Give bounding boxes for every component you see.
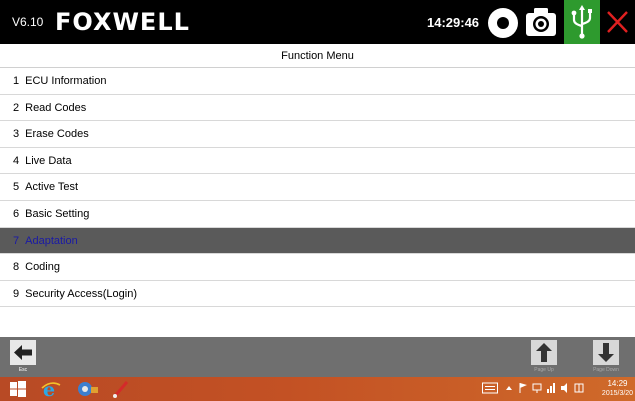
signal-icon[interactable]: [546, 382, 556, 394]
record-button[interactable]: [488, 8, 518, 38]
menu-item[interactable]: 5 Active Test: [0, 174, 635, 201]
bottom-toolbar: Esc Page Up Page Down: [0, 337, 635, 377]
menu-item[interactable]: 4 Live Data: [0, 148, 635, 175]
menu-item-label: Coding: [25, 261, 60, 274]
menu-item[interactable]: 6 Basic Setting: [0, 201, 635, 228]
volume-icon[interactable]: [560, 382, 570, 394]
menu-item-label: Read Codes: [25, 101, 87, 114]
taskbar-time: 14:29: [607, 379, 628, 388]
menu-item-label: Erase Codes: [25, 128, 89, 141]
menu-item-label: Live Data: [25, 154, 72, 167]
menu-item[interactable]: 7 Adaptation: [0, 227, 635, 255]
arrow-up-icon: [536, 343, 552, 362]
menu-item-number: 1: [13, 75, 20, 87]
windows-taskbar: e 14:29 2015/3/20: [0, 377, 635, 401]
internet-explorer-button[interactable]: e: [40, 379, 62, 401]
menu-item[interactable]: 1 ECU Information: [0, 68, 635, 95]
esc-label: Esc: [18, 367, 28, 373]
page-up-label: Page Up: [534, 367, 554, 373]
paint-brush-icon: [113, 381, 129, 398]
tray-expand-icon[interactable]: [505, 382, 513, 394]
start-button[interactable]: [8, 379, 28, 399]
menu-item-number: 7: [13, 234, 20, 247]
paint-app-button[interactable]: [110, 379, 132, 399]
function-menu-list: 1 ECU Information 2 Read Codes 3 Erase Codes 4…: [0, 68, 635, 308]
taskbar-clock[interactable]: 14:29 2015/3/20: [600, 379, 635, 399]
menu-item[interactable]: 9 Security Access(Login): [0, 281, 635, 308]
network-icon[interactable]: [532, 382, 542, 394]
ime-icon[interactable]: [574, 382, 584, 394]
close-button[interactable]: [600, 0, 635, 44]
esc-button[interactable]: Esc: [7, 340, 39, 374]
keyboard-icon[interactable]: [482, 382, 498, 394]
menu-item-label: Basic Setting: [25, 207, 90, 220]
header-clock: 14:29:46: [427, 15, 480, 30]
menu-item-number: 6: [13, 207, 20, 220]
flag-icon[interactable]: [518, 382, 528, 394]
menu-item-label: Adaptation: [25, 234, 78, 247]
version-label: V6.10: [12, 15, 44, 29]
page-title: Function Menu: [0, 44, 635, 68]
windows-logo-icon: [10, 381, 26, 397]
menu-item[interactable]: 8 Coding: [0, 254, 635, 281]
app-header: V6.10 FOXWELL 14:29:46: [0, 0, 635, 44]
close-icon: [607, 11, 628, 33]
record-icon: [497, 17, 509, 29]
page-up-button[interactable]: Page Up: [528, 340, 560, 374]
menu-item[interactable]: 2 Read Codes: [0, 95, 635, 122]
menu-item-number: 4: [13, 154, 20, 167]
menu-item-number: 5: [13, 181, 20, 194]
foxwell-app-button[interactable]: [76, 379, 100, 399]
menu-item[interactable]: 3 Erase Codes: [0, 121, 635, 148]
arrow-left-icon: [14, 345, 32, 360]
menu-item-number: 2: [13, 101, 20, 114]
menu-item-number: 8: [13, 261, 20, 274]
menu-item-number: 9: [13, 287, 20, 300]
usb-icon: [571, 5, 592, 39]
screenshot-button[interactable]: [524, 6, 558, 38]
arrow-down-icon: [598, 343, 614, 362]
menu-item-label: Active Test: [25, 181, 79, 194]
internet-explorer-icon: e: [41, 379, 61, 401]
brand-logo: FOXWELL: [55, 8, 190, 36]
foxwell-app-icon: [78, 382, 98, 396]
camera-icon: [526, 8, 556, 36]
page-down-label: Page Down: [593, 367, 619, 373]
menu-item-label: ECU Information: [25, 75, 107, 87]
menu-item-number: 3: [13, 128, 20, 141]
menu-item-label: Security Access(Login): [25, 287, 138, 300]
page-down-button[interactable]: Page Down: [590, 340, 622, 374]
taskbar-date: 2015/3/20: [601, 390, 634, 397]
svg-text:e: e: [43, 379, 55, 399]
usb-button[interactable]: [564, 0, 600, 44]
